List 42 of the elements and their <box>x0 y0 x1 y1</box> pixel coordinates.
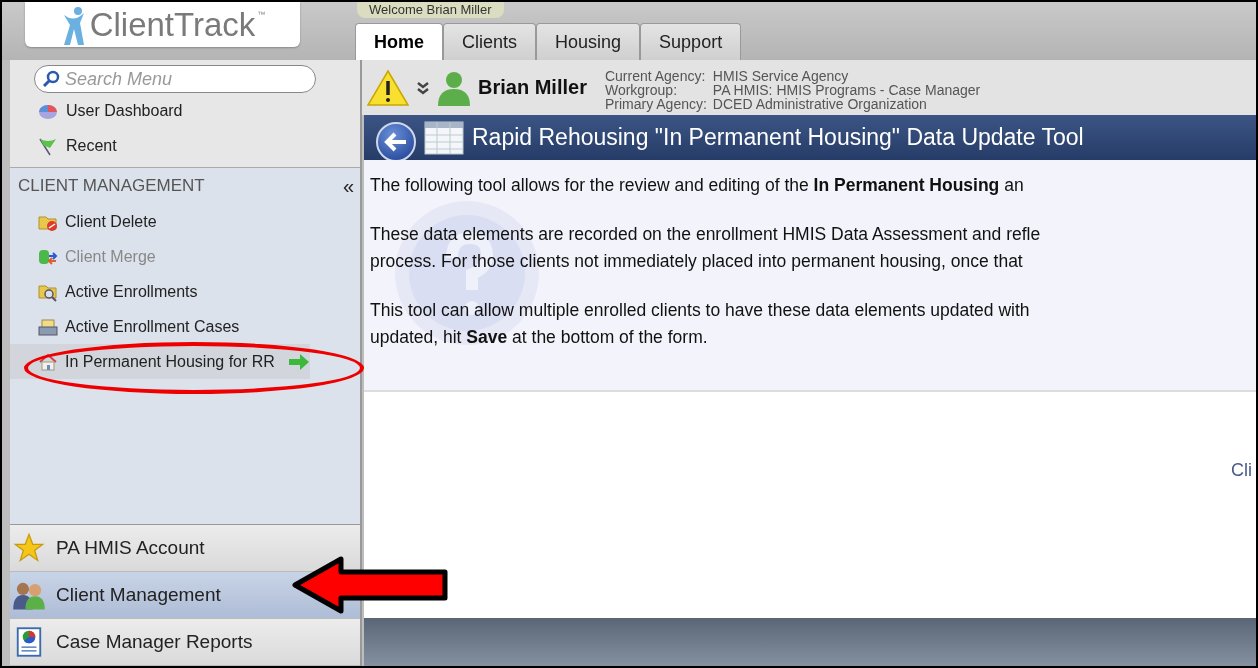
side-text: Cli <box>1231 460 1252 482</box>
menu-item[interactable]: Active Enrollments <box>10 274 310 309</box>
description-text: These data elements are recorded on the enrollment HMIS Data Assessment and refle <box>370 223 1042 246</box>
description-text: process. For those clients not immediately placed into permanent housing, once that <box>370 250 1024 273</box>
tab[interactable]: Clients <box>443 23 537 60</box>
detail-value: DCED Administrative Organization <box>712 96 927 111</box>
description-text: The following tool allows for the review and editing of the In Permanent Housing an <box>370 174 1025 197</box>
logo: ClientTrack <box>89 5 256 44</box>
detail-value: HMIS Service Agency <box>712 68 849 83</box>
table-icon <box>424 120 464 155</box>
arrow-icon <box>287 352 310 371</box>
user-name: Brian Miller <box>478 76 587 99</box>
detail-label: Workgroup: <box>604 82 678 97</box>
warning-icon <box>366 68 410 107</box>
nav-item[interactable]: Case Manager Reports <box>10 619 360 666</box>
tab[interactable]: Support <box>640 23 742 60</box>
nav-item[interactable]: PA HMIS Account <box>10 525 360 572</box>
left-arrow-icon <box>384 131 408 152</box>
description-text: updated, hit Save at the bottom of the form. <box>370 326 709 349</box>
tab[interactable]: Home <box>355 23 443 60</box>
menu-item[interactable]: In Permanent Housing for RR <box>10 344 310 379</box>
menu-link[interactable]: User Dashboard <box>66 101 183 120</box>
detail-label: Current Agency: <box>604 68 707 83</box>
panel-title: Rapid Rehousing "In Permanent Housing" Data Update Tool <box>472 124 1084 151</box>
search-field[interactable]: Search Menu <box>34 65 316 93</box>
user-icon <box>436 69 472 106</box>
file-drawer-icon <box>38 316 58 337</box>
section-title: CLIENT MANAGEMENT <box>18 176 205 196</box>
star-icon <box>12 533 46 563</box>
menu-item[interactable]: Active Enrollment Cases <box>10 309 310 344</box>
people-icon <box>12 580 46 610</box>
trademark-mark: ™ <box>257 10 266 19</box>
menu-item[interactable]: Client Delete <box>10 204 310 239</box>
tab[interactable]: Housing <box>536 23 641 60</box>
menu-link[interactable]: Recent <box>66 136 117 155</box>
chevron-icon[interactable] <box>416 79 430 96</box>
welcome-banner: Welcome Brian Miller <box>357 2 504 18</box>
back-button[interactable] <box>376 121 416 162</box>
search-icon <box>42 70 60 88</box>
collapse-button[interactable]: « <box>342 174 354 198</box>
description-text: This tool can allow multiple enrolled clients to have these data elements updated with <box>370 299 1031 322</box>
detail-label: Primary Agency: <box>604 96 707 111</box>
